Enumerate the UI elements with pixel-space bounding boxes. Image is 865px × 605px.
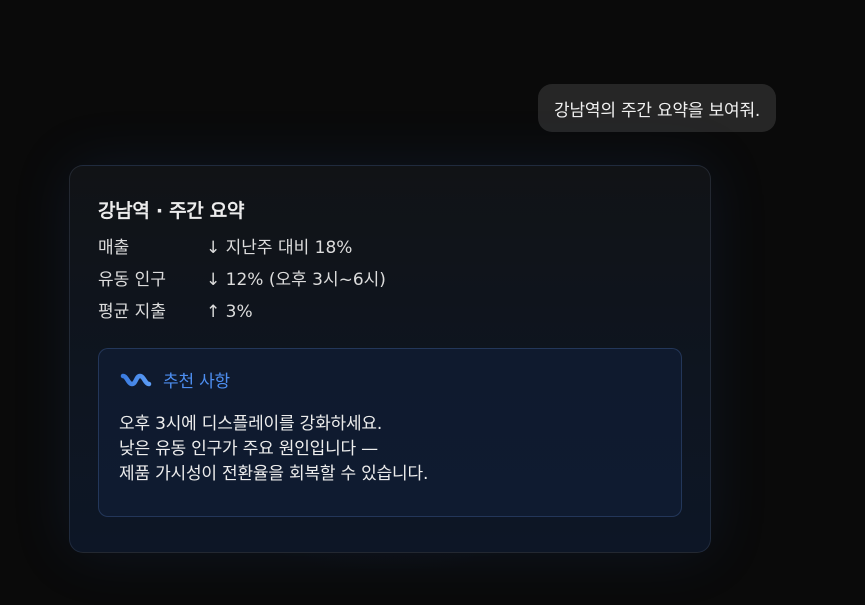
- recommendation-line: 오후 3시에 디스플레이를 강화하세요.: [119, 414, 383, 434]
- recommendation-line: 낮은 유동 인구가 주요 원인입니다 —: [119, 439, 378, 459]
- recommendation-line: 제품 가시성이 전환율을 회복할 수 있습니다.: [119, 464, 429, 484]
- card-title: 강남역 · 주간 요약: [98, 200, 245, 222]
- summary-card: 강남역 · 주간 요약 매출 ↓ 지난주 대비 18% 유동 인구 ↓ 12% …: [69, 165, 711, 553]
- metric-label-sales: 매출: [98, 238, 130, 258]
- recommendation-header: 추천 사항: [119, 367, 661, 392]
- chat-screen: 강남역의 주간 요약을 보여줘. 강남역 · 주간 요약 매출 ↓ 지난주 대비…: [0, 0, 865, 605]
- recommendation-title: 추천 사항: [163, 372, 230, 392]
- metrics-list: 매출 ↓ 지난주 대비 18% 유동 인구 ↓ 12% (오후 3시~6시) 평…: [98, 237, 682, 323]
- metric-value-avg-spend: ↑ 3%: [206, 302, 253, 322]
- user-message-bubble: 강남역의 주간 요약을 보여줘.: [538, 84, 777, 132]
- metric-label-avg-spend: 평균 지출: [98, 302, 166, 322]
- metric-value-foot-traffic: ↓ 12% (오후 3시~6시): [206, 270, 386, 290]
- user-message-text: 강남역의 주간 요약을 보여줘.: [554, 100, 761, 121]
- recommendation-box: 추천 사항 오후 3시에 디스플레이를 강화하세요. 낮은 유동 인구가 주요 …: [98, 348, 682, 517]
- wave-icon: [119, 370, 153, 390]
- metric-value-sales: ↓ 지난주 대비 18%: [206, 238, 353, 258]
- metric-label-foot-traffic: 유동 인구: [98, 270, 166, 290]
